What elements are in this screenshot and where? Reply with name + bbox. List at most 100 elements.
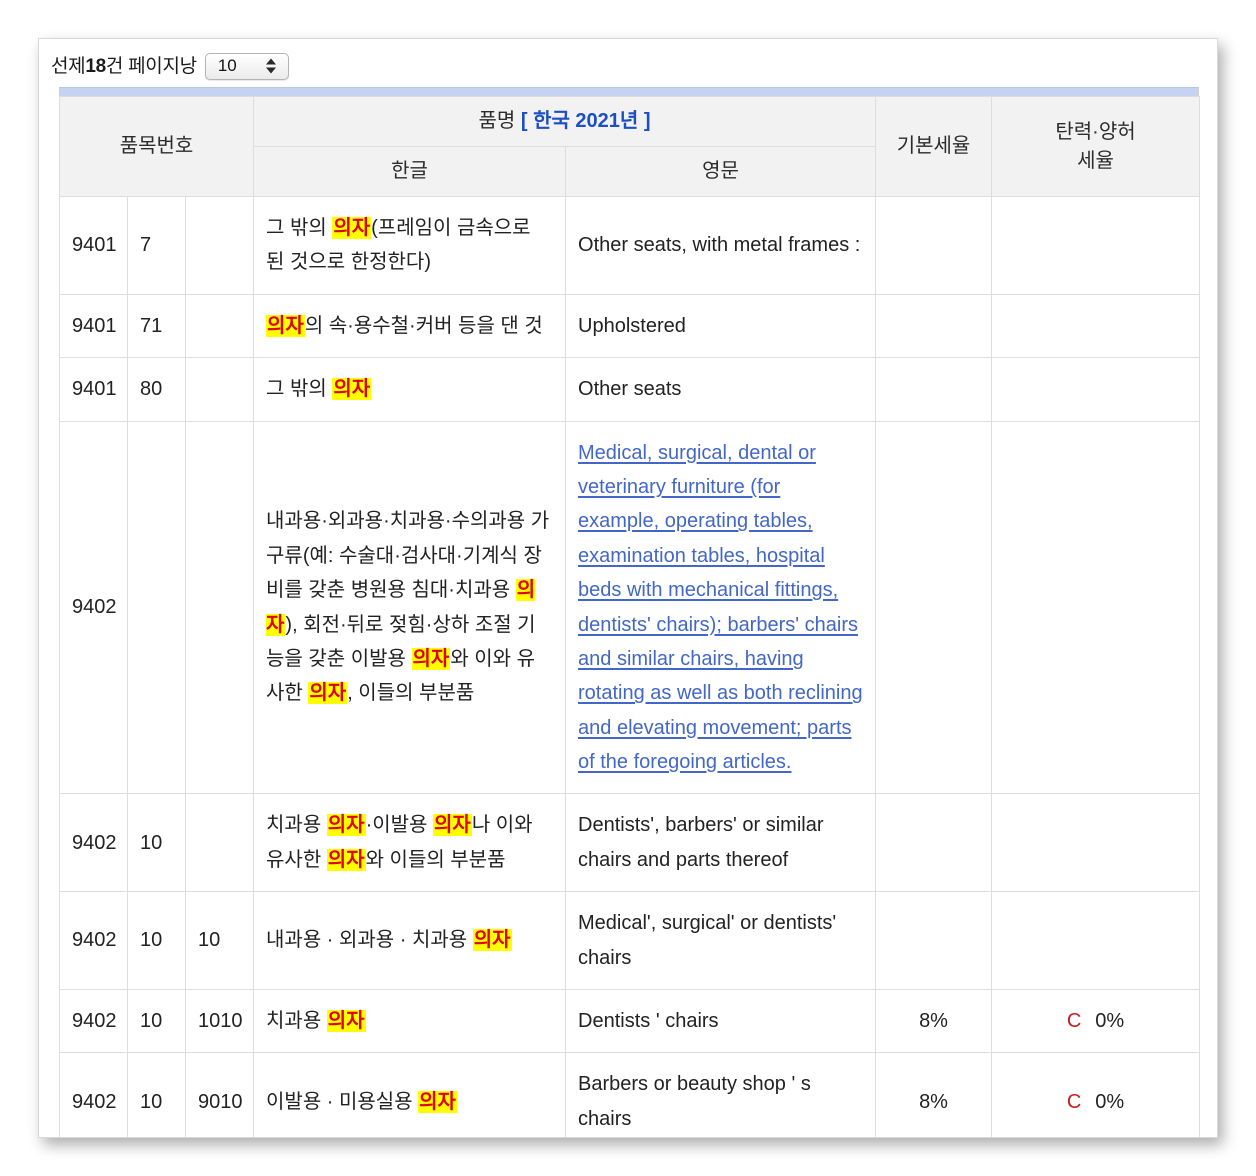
table-row[interactable]: 9402 10 1010 치과용 의자 Dentists ' chairs 8% C 0% — [59, 989, 1201, 1054]
tariff-results-table: 품목번호 품명 [ 한국 2021년 ] 기본세율 탄력·양허 세율 한글 영문 — [58, 96, 1201, 1137]
korean-text-fragment: 내과용 · 외과용 · 치과용 — [266, 929, 473, 952]
table-row[interactable]: 9402 내과용·외과용·치과용·수의과용 가구류(예: 수술대·검사대·기계식 … — [59, 420, 1201, 795]
search-term-highlight: 의자 — [308, 682, 348, 705]
result-count-value: 18 — [85, 55, 106, 77]
cell-english-name: Other seats — [565, 357, 877, 422]
cell-item-code-3 — [184, 793, 255, 893]
cell-item-code-1: 9402 — [59, 989, 128, 1054]
korean-text-fragment: 내과용·외과용·치과용·수의과용 가구류(예: 수술대·검사대·기계식 장비를 … — [266, 510, 550, 602]
flex-rate-code: C — [1066, 1010, 1082, 1033]
cell-english-name: Dentists', barbers' or similar chairs an… — [565, 793, 877, 893]
cell-english-name: Upholstered — [565, 293, 877, 359]
cell-item-code-1: 9402 — [59, 891, 128, 991]
header-korean: 한글 — [253, 146, 567, 197]
result-count-label: 선제18건 페이지낭 — [51, 57, 197, 76]
cell-flex-rate — [991, 420, 1201, 795]
search-term-highlight: 의자 — [411, 647, 451, 670]
results-toolbar: 선제18건 페이지낭 10 — [39, 49, 1217, 83]
english-name-link[interactable]: Medical, surgical, dental or veterinary … — [578, 442, 863, 774]
cell-item-code-3 — [184, 196, 255, 295]
header-name-region: [ 한국 2021년 ] — [520, 110, 651, 132]
search-term-highlight: 의자 — [418, 1090, 457, 1113]
search-term-highlight: 의자 — [332, 217, 372, 239]
english-name-text: Dentists', barbers' or similar chairs an… — [578, 814, 824, 871]
cell-item-code-1: 9402 — [59, 420, 128, 795]
cell-item-code-2: 7 — [127, 196, 186, 295]
search-term-highlight: 의자 — [326, 814, 366, 837]
english-name-text: Dentists ' chairs — [578, 1010, 719, 1033]
result-count-prefix: 선제 — [51, 55, 86, 77]
result-count-suffix: 건 페이지낭 — [105, 55, 197, 77]
cell-korean-name: 치과용 의자·이발용 의자나 이와 유사한 의자와 이들의 부분품 — [253, 793, 567, 893]
results-table-container: 품목번호 품명 [ 한국 2021년 ] 기본세율 탄력·양허 세율 한글 영문 — [58, 87, 1201, 1137]
cell-english-name: Medical', surgical' or dentists' chairs — [565, 891, 877, 991]
cell-base-rate: 8% — [875, 989, 993, 1054]
cell-korean-name: 내과용 · 외과용 · 치과용 의자 — [253, 891, 567, 991]
cell-flex-rate — [991, 293, 1201, 359]
search-term-highlight: 의자 — [326, 1010, 366, 1033]
korean-text-fragment: 이발용 · 미용실용 — [266, 1090, 419, 1113]
cell-korean-name: 이발용 · 미용실용 의자 — [253, 1052, 567, 1137]
cell-korean-name: 내과용·외과용·치과용·수의과용 가구류(예: 수술대·검사대·기계식 장비를 … — [253, 420, 567, 795]
cell-base-rate — [875, 196, 993, 295]
cell-flex-rate — [991, 891, 1201, 991]
korean-text-fragment: 치과용 — [266, 814, 327, 837]
search-term-highlight: 의자 — [472, 929, 512, 952]
cell-korean-name: 치과용 의자 — [253, 989, 567, 1054]
page-size-value: 10 — [217, 56, 237, 75]
cell-item-code-2: 80 — [127, 357, 186, 422]
korean-text-fragment: 그 밖의 — [266, 217, 333, 239]
table-top-accent-rule — [59, 87, 1199, 96]
cell-english-name: Dentists ' chairs — [565, 989, 877, 1054]
english-name-text: Medical', surgical' or dentists' chairs — [578, 912, 837, 969]
header-flex-rate-line2: 세율 — [1077, 149, 1114, 172]
english-name-text: Other seats — [578, 378, 682, 401]
cell-item-code-3: 9010 — [184, 1052, 255, 1137]
cell-english-name: Barbers or beauty shop ' s chairs — [565, 1052, 877, 1137]
cell-item-code-1: 9401 — [59, 357, 128, 422]
cell-base-rate — [875, 793, 993, 893]
cell-korean-name: 그 밖의 의자(프레임이 금속으로 된 것으로 한정한다) — [253, 196, 567, 295]
korean-text-fragment: ·이발용 — [365, 814, 434, 837]
korean-text-fragment: , 이들의 부분품 — [347, 682, 475, 705]
cell-item-code-1: 9402 — [59, 1052, 128, 1137]
stepper-up-down-icon[interactable] — [265, 58, 276, 74]
korean-text-fragment: 의 속·용수철·커버 등을 댄 것 — [304, 314, 543, 337]
table-head: 품목번호 품명 [ 한국 2021년 ] 기본세율 탄력·양허 세율 한글 영문 — [58, 96, 1201, 197]
search-term-highlight: 의자 — [433, 814, 472, 837]
table-row[interactable]: 9401 80 그 밖의 의자 Other seats — [59, 357, 1201, 422]
table-row[interactable]: 9401 7 그 밖의 의자(프레임이 금속으로 된 것으로 한정한다) Other … — [59, 196, 1201, 295]
cell-base-rate: 8% — [875, 1052, 993, 1137]
cell-item-code-2: 10 — [127, 1052, 186, 1137]
korean-text-fragment: 그 밖의 — [266, 378, 333, 401]
search-term-highlight: 의자 — [326, 848, 366, 871]
cell-item-code-3: 1010 — [184, 989, 255, 1054]
cell-item-code-2: 10 — [127, 793, 186, 893]
cell-english-name[interactable]: Medical, surgical, dental or veterinary … — [565, 420, 877, 795]
flex-rate-value: 0% — [1095, 1010, 1125, 1033]
flex-rate-value: 0% — [1095, 1090, 1125, 1113]
cell-flex-rate — [991, 196, 1201, 295]
cell-flex-rate: C 0% — [991, 1052, 1201, 1137]
header-name-group: 품명 [ 한국 2021년 ] — [253, 96, 877, 147]
header-item-number: 품목번호 — [58, 96, 255, 197]
page-size-select[interactable]: 10 — [204, 52, 289, 80]
table-row[interactable]: 9401 71 의자의 속·용수철·커버 등을 댄 것 Upholstered — [59, 293, 1201, 359]
table-row[interactable]: 9402 10 치과용 의자·이발용 의자나 이와 유사한 의자와 이들의 부분품 D… — [59, 793, 1201, 893]
cell-item-code-3 — [184, 420, 255, 795]
cell-item-code-3 — [184, 293, 255, 359]
cell-item-code-2: 10 — [127, 989, 186, 1054]
table-row[interactable]: 9402 10 10 내과용 · 외과용 · 치과용 의자 Medical', surg… — [59, 891, 1201, 991]
cell-item-code-2: 10 — [127, 891, 186, 991]
cell-korean-name: 의자의 속·용수철·커버 등을 댄 것 — [253, 293, 567, 359]
results-page-frame: 선제18건 페이지낭 10 품목번호 품명 [ 한국 2021년] 기본세율 … — [38, 38, 1218, 1138]
header-flex-rate: 탄력·양허 세율 — [991, 96, 1201, 197]
flex-rate-code: C — [1066, 1090, 1082, 1113]
cell-item-code-3: 10 — [184, 891, 255, 991]
cell-korean-name: 그 밖의 의자 — [253, 357, 567, 422]
cell-flex-rate — [991, 357, 1201, 422]
cell-item-code-3 — [184, 357, 255, 422]
cell-item-code-2: 71 — [127, 293, 186, 359]
table-row[interactable]: 9402 10 9010 이발용 · 미용실용 의자 Barbers or beauty… — [59, 1052, 1201, 1137]
english-name-text: Other seats, with metal frames : — [578, 234, 861, 257]
